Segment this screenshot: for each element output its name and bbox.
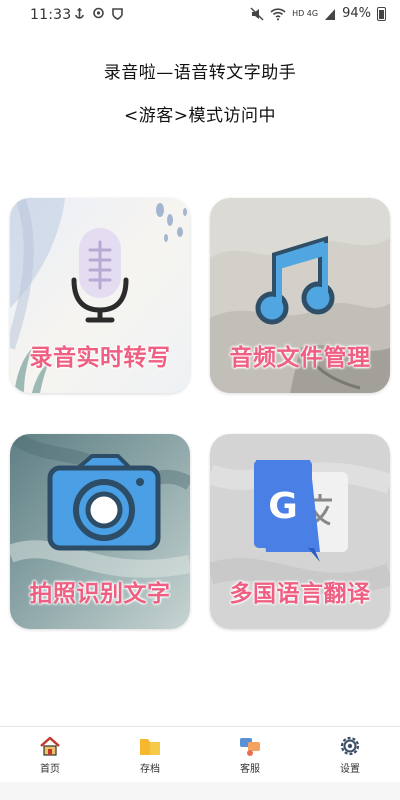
mode-subtitle: <游客>模式访问中 bbox=[124, 106, 276, 126]
mute-icon bbox=[250, 7, 264, 20]
status-time: 11:33 bbox=[30, 7, 72, 23]
home-icon bbox=[40, 736, 60, 756]
record-card-label: 录音实时转写 bbox=[29, 345, 171, 371]
sync-icon bbox=[93, 7, 104, 19]
anchor-icon bbox=[75, 8, 84, 19]
multilingual-translate-card[interactable]: G 多国语言翻译 bbox=[210, 434, 390, 629]
customer-service-icon bbox=[240, 738, 260, 756]
audio-file-manage-card[interactable]: 音频文件管理 bbox=[210, 198, 390, 393]
shield-icon bbox=[112, 8, 123, 20]
status-bar: 11:33 HD 4G 94% bbox=[0, 0, 400, 32]
record-transcribe-card[interactable]: 录音实时转写 bbox=[10, 198, 190, 393]
audio-card-label: 音频文件管理 bbox=[229, 345, 371, 371]
tab-archive-label: 存档 bbox=[140, 764, 160, 775]
notification-icons bbox=[73, 6, 124, 20]
wifi-icon bbox=[270, 7, 286, 20]
bottom-tab-bar: 首页 存档 客服 设置 bbox=[0, 726, 400, 783]
tab-archive[interactable]: 存档 bbox=[120, 735, 180, 775]
app-title: 录音啦—语音转文字助手 bbox=[103, 63, 297, 83]
translate-card-label: 多国语言翻译 bbox=[229, 581, 371, 607]
network-type: HD 4G bbox=[292, 8, 319, 18]
tab-settings-label: 设置 bbox=[340, 764, 360, 775]
battery-percent: 94% bbox=[342, 6, 371, 21]
tab-service[interactable]: 客服 bbox=[220, 735, 280, 775]
svg-text:G: G bbox=[268, 486, 298, 527]
tab-service-label: 客服 bbox=[240, 764, 260, 775]
gear-icon bbox=[340, 736, 360, 756]
tab-settings[interactable]: 设置 bbox=[320, 735, 380, 775]
battery-icon bbox=[377, 6, 386, 21]
tab-home-label: 首页 bbox=[40, 764, 60, 775]
folder-icon bbox=[140, 739, 160, 755]
system-nav-strip bbox=[0, 782, 400, 800]
photo-ocr-card[interactable]: 拍照识别文字 bbox=[10, 434, 190, 629]
status-right: HD 4G 94% bbox=[250, 6, 386, 21]
signal-icon bbox=[325, 8, 336, 20]
photo-card-label: 拍照识别文字 bbox=[29, 581, 171, 607]
tab-home[interactable]: 首页 bbox=[20, 735, 80, 775]
